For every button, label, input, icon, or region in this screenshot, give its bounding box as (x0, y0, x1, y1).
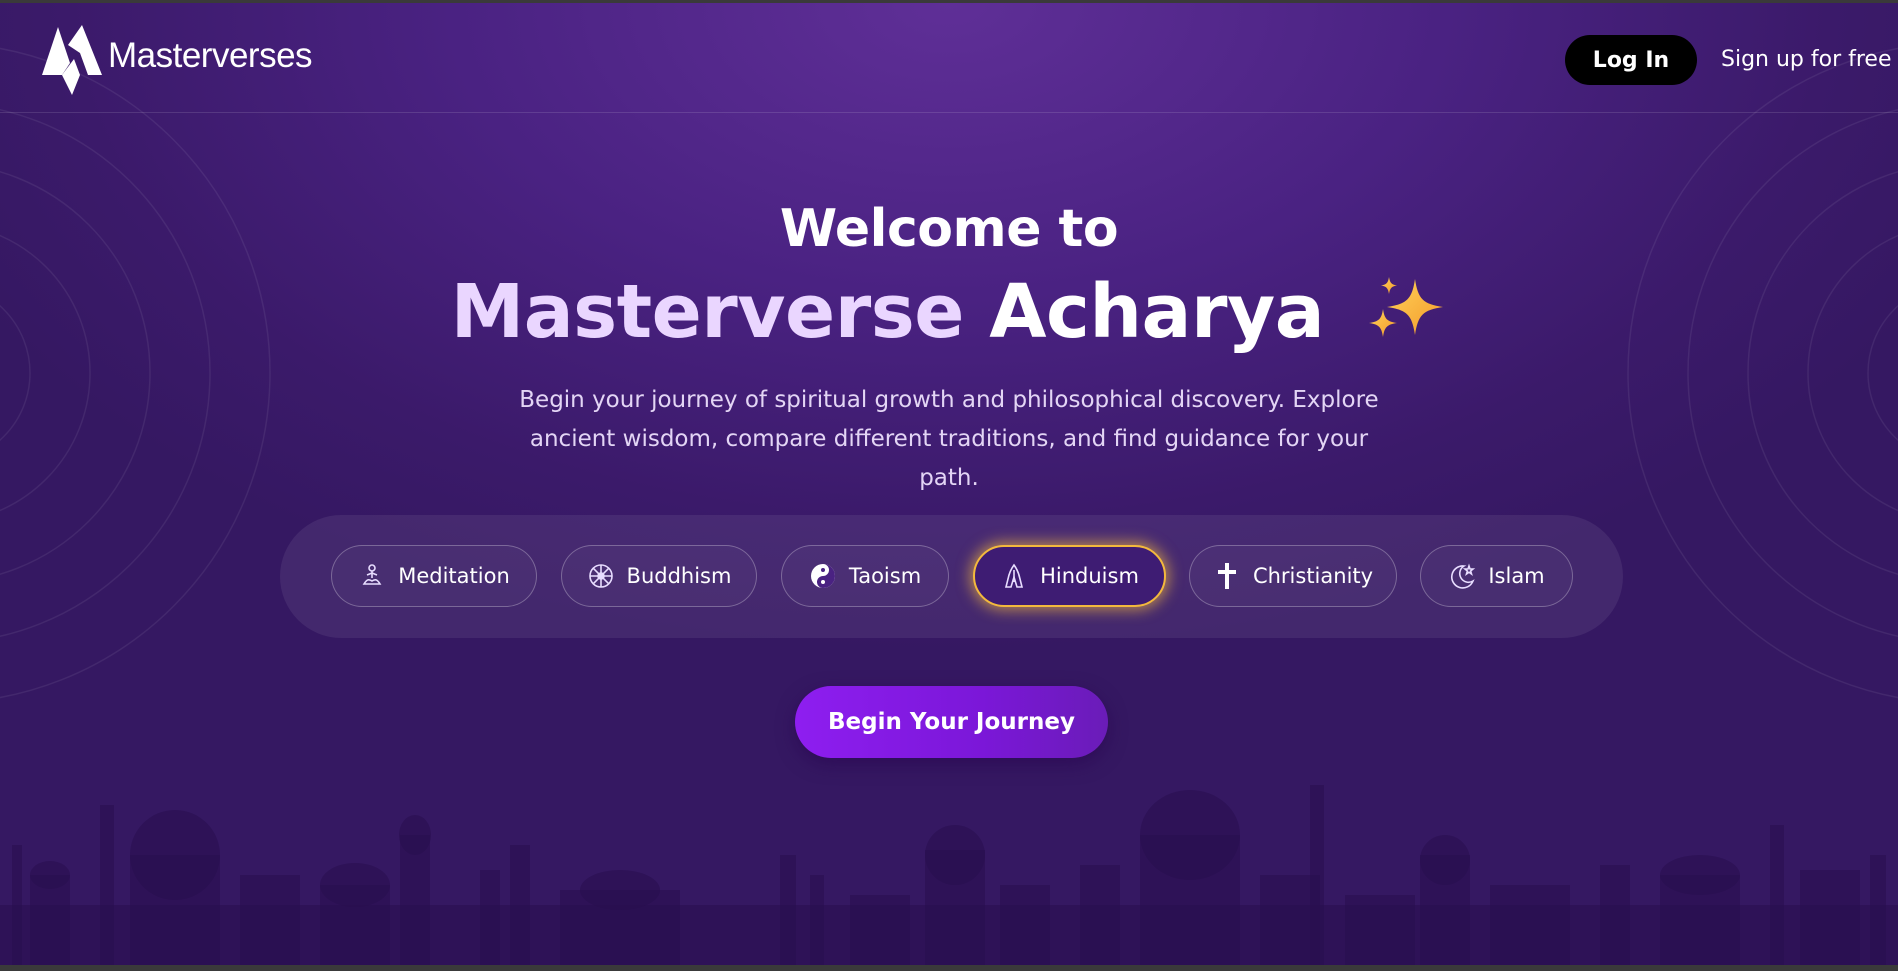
description-line-2: ancient wisdom, compare different tradit… (529, 426, 1369, 491)
tradition-label: Hinduism (1040, 564, 1139, 588)
tradition-label: Meditation (398, 564, 510, 588)
description-line-1: Begin your journey of spiritual growth a… (519, 387, 1379, 413)
tradition-label: Islam (1488, 564, 1545, 588)
headline-masterverse: Masterverse (450, 269, 965, 355)
om-praying-hands-icon (1005, 563, 1024, 588)
tradition-islam[interactable]: Islam (1420, 545, 1573, 607)
dharma-wheel-icon (588, 564, 613, 588)
page-title: Masterverse Acharya (0, 269, 1898, 355)
welcome-heading: Welcome to (779, 199, 1119, 259)
meditation-icon (362, 564, 382, 585)
cross-icon (1217, 563, 1236, 589)
tradition-label: Christianity (1252, 564, 1374, 588)
tradition-buddhism[interactable]: Buddhism (561, 545, 757, 607)
tradition-taoism[interactable]: Taoism (781, 545, 949, 607)
signup-link[interactable]: Sign up for free (1721, 47, 1892, 72)
tradition-label: Buddhism (626, 564, 732, 588)
tradition-label: Taoism (848, 564, 922, 588)
brand-logo[interactable]: Masterverses (40, 23, 313, 95)
masterverses-logo-icon (42, 25, 102, 95)
begin-journey-button[interactable]: Begin Your Journey (795, 686, 1108, 758)
yin-yang-icon (810, 564, 835, 588)
landing-page: Masterverses Log In Sign up for free Wel… (0, 0, 1898, 971)
tradition-hinduism[interactable]: Hinduism (973, 545, 1166, 607)
tradition-meditation[interactable]: Meditation (331, 545, 537, 607)
top-nav-bar: Masterverses Log In Sign up for free (0, 3, 1898, 113)
login-button[interactable]: Log In (1565, 35, 1697, 85)
hero-description: Begin your journey of spiritual growth a… (499, 381, 1399, 498)
crescent-star-icon (1451, 563, 1476, 589)
headline-acharya: Acharya (989, 269, 1325, 355)
tradition-christianity[interactable]: Christianity (1189, 545, 1397, 607)
tradition-selector: Meditation Buddhism Taoism Hinduism Chri… (280, 515, 1623, 638)
sparkles-icon (1369, 277, 1444, 337)
brand-name: Masterverses (108, 36, 313, 75)
temple-skyline-silhouette (0, 785, 1898, 965)
